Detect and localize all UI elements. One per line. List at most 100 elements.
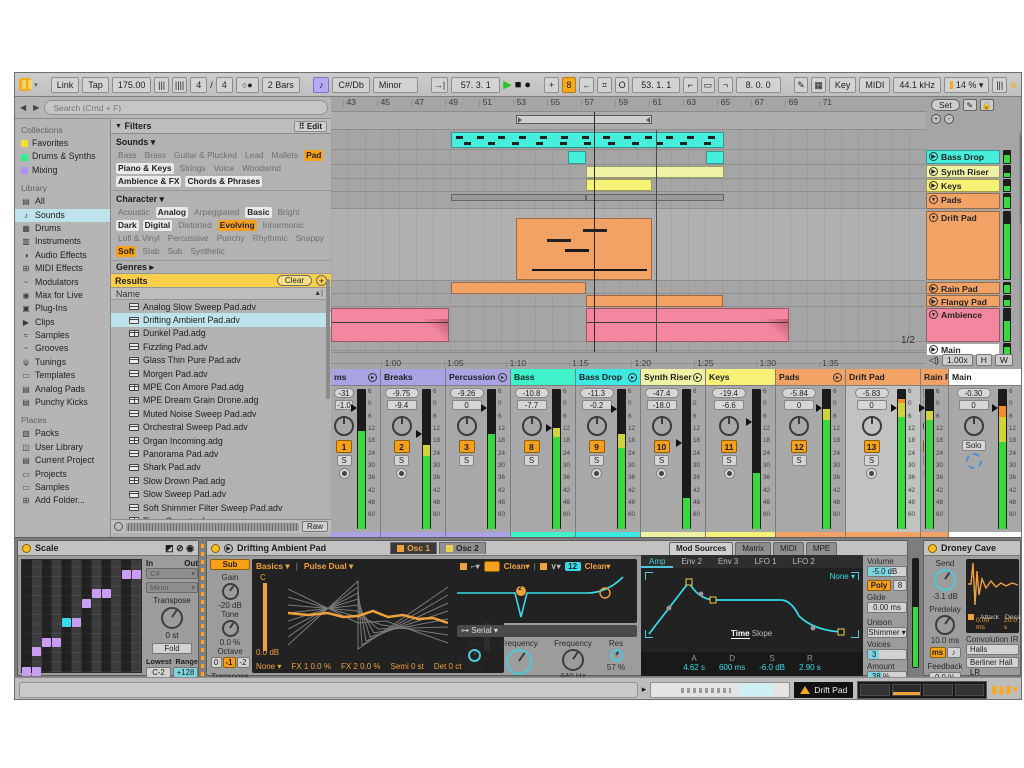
ir-category-menu[interactable]: Halls [966,644,1019,655]
mod-tab[interactable]: MPE [805,542,838,555]
hot-swap-icon[interactable]: ▶ [224,543,233,553]
osc-category-menu[interactable]: Basics ▾ [256,561,290,571]
sidebar-library-item[interactable]: ψ Tunings [15,356,110,369]
ir-on-icon[interactable] [968,614,974,620]
track-fold-icon[interactable]: ▾ [929,195,938,204]
sidebar-library-item[interactable]: ▤ All [15,195,110,208]
sidebar-library-item[interactable]: ◉ Max for Live [15,289,110,302]
search-input[interactable] [44,100,328,115]
filter-tag[interactable]: Inharmonic [261,220,306,231]
volume-fader-handle[interactable] [416,429,422,438]
osc-semi[interactable]: Semi 0 st [391,662,424,671]
scale-awareness-icon[interactable]: ♪ [312,76,330,93]
sidebar-library-item[interactable]: ≈ Samples [15,329,110,342]
pan-knob[interactable] [586,416,607,436]
volume-fader-handle[interactable] [746,418,752,427]
track-activator-button[interactable]: 8 [523,440,540,453]
volume-fader-handle[interactable] [546,423,552,432]
tab-osc1[interactable]: Osc 1 [390,542,437,554]
overdub-bars-icon[interactable]: ||| [992,76,1008,93]
edit-filters-button[interactable]: ⠿ Edit [293,120,327,132]
track-fold-icon[interactable]: ▶ [929,167,938,176]
volume-fader-handle[interactable] [992,403,998,412]
ms-button[interactable]: ms [929,647,946,658]
group-fold-icon[interactable]: ▸ [628,372,637,382]
record-button[interactable]: ● [524,79,531,91]
sidebar-library-item[interactable]: ▦ Drums [15,222,110,235]
scrub-area[interactable] [331,112,926,130]
arrangement-clip[interactable] [706,151,724,164]
punch-out-icon[interactable]: ¬ [718,76,733,93]
sidebar-library-item[interactable]: ◑ Audio Effects [15,249,110,262]
transpose-knob[interactable] [161,607,183,629]
filter-tag[interactable]: Stab [140,246,161,257]
preview-play-icon[interactable] [114,522,123,531]
peak-level-button[interactable]: -9.75 [384,388,419,398]
volume-field[interactable]: 0 [451,400,482,410]
volume-fader-handle[interactable] [919,403,925,412]
send-knob[interactable] [934,569,956,591]
filter1-slope[interactable]: 24 [483,561,500,572]
peak-level-button[interactable]: -5.84 [782,388,816,398]
solo-button[interactable]: S [589,455,604,466]
track-activator-button[interactable]: 12 [791,440,807,453]
arrangement-clip[interactable] [586,179,652,191]
filter-routing-menu[interactable]: ⊶ Serial ▾ [457,625,637,637]
filter-tag[interactable]: Brass [143,150,168,161]
envelope-tab[interactable]: Env 2 [673,555,709,568]
volume-slider[interactable]: -5.0 dB [867,566,907,577]
browser-result-item[interactable]: Analog Slow Sweep Pad.adv [111,300,331,313]
genres-section-label[interactable]: Genres ▸ [111,261,331,274]
arrangement-clip[interactable] [586,166,724,178]
res2-knob[interactable] [609,649,623,662]
pan-knob[interactable] [963,416,984,436]
freq1-knob[interactable] [506,649,532,675]
key-map-button[interactable]: Key [828,76,857,93]
mixer-track-name[interactable]: Drift Pad▸ [846,369,920,386]
volume-field[interactable]: -0.2 [581,400,612,410]
automation-arm-icon[interactable]: 8 [561,76,577,93]
zoom-in-icon[interactable]: + [931,114,941,124]
volume-fader-handle[interactable] [351,403,357,412]
arrangement-clip[interactable] [586,194,724,201]
peak-level-button[interactable]: -19.4 [712,388,746,398]
solo-button[interactable]: S [524,455,539,466]
pencil-automation-icon[interactable]: ✎ [962,99,977,111]
filter-tag[interactable]: Arpeggiated [192,207,241,218]
decay-value[interactable]: 600 ms [719,663,745,672]
track-header[interactable]: ▾ Ambience [926,308,1000,342]
capture-midi-icon[interactable]: ⌗ [597,76,612,93]
tempo-field[interactable]: 175.00 [111,76,152,93]
volume-field[interactable]: -6.6 [714,400,744,410]
filter-tag[interactable]: Acoustic [116,207,152,218]
mod-tab[interactable]: Mod Sources [669,542,734,555]
computer-midi-keyboard-icon[interactable]: ▦ [811,76,826,93]
volume-field[interactable]: 0 [958,400,989,410]
filter-tag[interactable]: Distorted [176,220,214,231]
mixer-track-name[interactable]: Bass Drop ▸ [576,369,640,386]
sidebar-library-item[interactable]: ~ Modulators [15,276,110,289]
playback-speed[interactable]: 1.00x [941,354,973,366]
nudge-up-icon[interactable]: |||| [171,76,188,93]
scale-cell[interactable] [82,599,91,608]
set-time-signature-button[interactable]: Set [931,99,960,111]
map-icon[interactable]: ◩ ⊘ ◉ [165,543,194,554]
octave-minus2-button[interactable]: -2 [236,657,250,668]
loop-start-field[interactable]: 53. 1. 1 [632,76,681,93]
sync-note-button[interactable]: ♪ [946,647,961,658]
volume-fader-handle[interactable] [816,403,822,412]
volume-field[interactable]: 0 [856,400,887,410]
envelope-tab[interactable]: LFO 1 [746,555,784,568]
filter-tag[interactable]: Ambience & FX [116,176,182,187]
filter-tag[interactable]: Piano & Keys [116,163,174,174]
pan-knob[interactable] [521,416,542,436]
filter-tag[interactable]: Evolving [217,220,257,231]
osc-fx2[interactable]: FX 2 0.0 % [341,662,381,671]
expand-icon[interactable]: ▸ [642,684,647,695]
mixer-track-name[interactable]: Breaks▸ [381,369,445,386]
monitor-button[interactable] [723,468,735,479]
filter-tag[interactable]: Percussive [166,233,211,244]
browser-result-item[interactable]: Soft Shimmer Filter Sweep Pad.adv [111,501,331,514]
browser-scrollbar[interactable] [326,279,330,399]
metronome-button[interactable]: ○● [235,76,259,93]
